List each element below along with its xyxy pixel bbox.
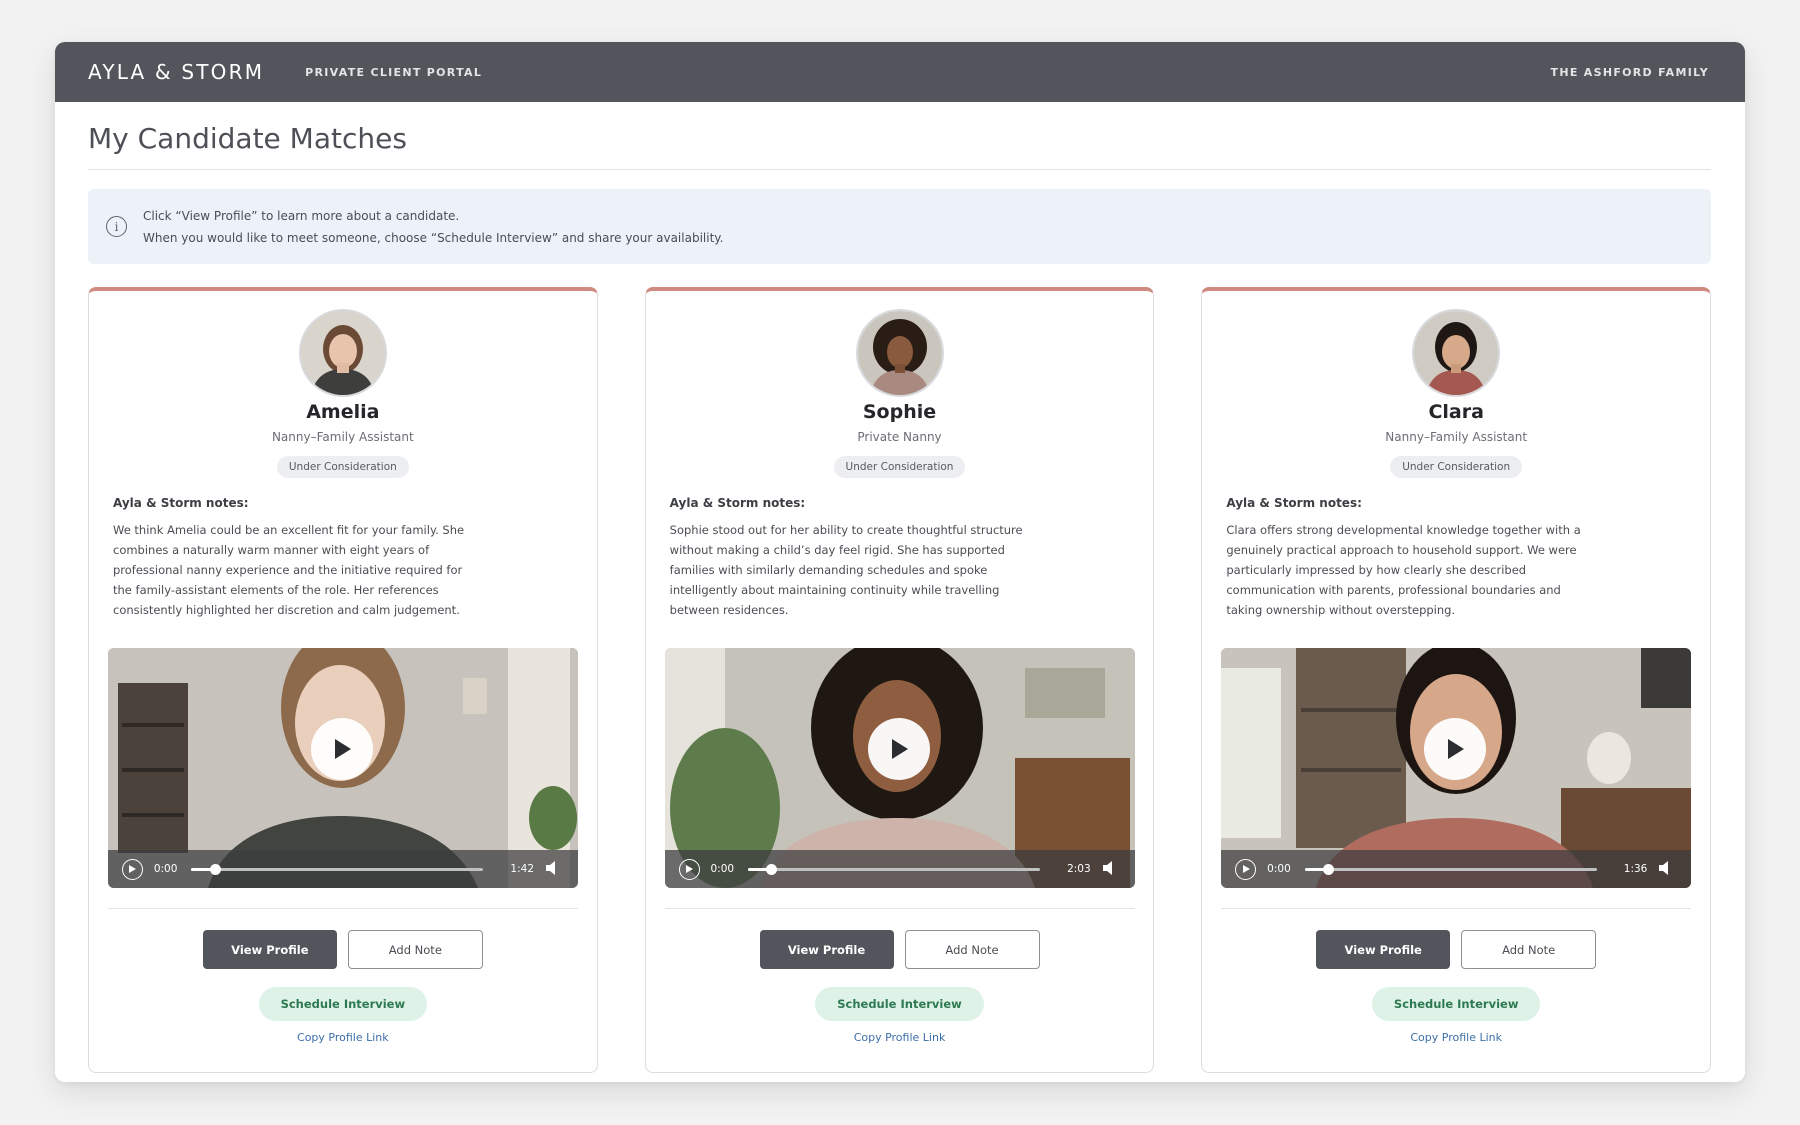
add-note-button[interactable]: Add Note xyxy=(904,930,1040,969)
copy-profile-link[interactable]: Copy Profile Link xyxy=(854,1031,946,1044)
duration: 1:36 xyxy=(1623,863,1648,875)
avatar xyxy=(1412,309,1501,397)
duration: 2:03 xyxy=(1067,863,1091,875)
play-icon xyxy=(1448,739,1465,759)
notes-title: Ayla & Storm notes: xyxy=(1226,496,1362,510)
video-controls: 0:00 2:03 xyxy=(664,850,1135,888)
copy-profile-link[interactable]: Copy Profile Link xyxy=(1410,1031,1502,1044)
add-note-button[interactable]: Add Note xyxy=(347,930,483,969)
schedule-interview-button[interactable]: Schedule Interview xyxy=(815,987,984,1021)
divider xyxy=(1221,908,1692,909)
divider xyxy=(664,908,1135,909)
play-icon xyxy=(891,739,908,759)
info-banner: i Click “View Profile” to learn more abo… xyxy=(88,189,1711,264)
page-title: My Candidate Matches xyxy=(88,102,1711,170)
view-profile-button[interactable]: View Profile xyxy=(759,930,894,969)
current-time: 0:00 xyxy=(1267,863,1291,875)
info-line-2: When you would like to meet someone, cho… xyxy=(143,230,724,245)
action-row: View Profile Add Note xyxy=(759,930,1040,969)
notes-title: Ayla & Storm notes: xyxy=(113,496,249,510)
action-row: View Profile Add Note xyxy=(202,930,483,969)
speaker-icon xyxy=(1659,860,1669,875)
notes-body: We think Amelia could be an excellent fi… xyxy=(113,523,465,617)
view-profile-button[interactable]: View Profile xyxy=(1316,930,1451,969)
volume-button[interactable] xyxy=(1101,860,1117,879)
play-pause-button[interactable] xyxy=(1235,858,1257,880)
speaker-icon xyxy=(546,860,556,875)
play-overlay-button[interactable] xyxy=(310,718,373,780)
candidate-role: Nanny–Family Assistant xyxy=(1385,430,1528,444)
video-player[interactable]: 0:00 2:03 xyxy=(664,648,1135,888)
seek-bar-handle[interactable] xyxy=(1323,863,1335,875)
play-icon xyxy=(129,865,137,873)
seek-bar-handle[interactable] xyxy=(766,863,778,875)
video-controls: 0:00 1:42 xyxy=(107,850,578,888)
brand-logo[interactable]: AYLA & STORM xyxy=(88,60,264,84)
notes-section: Ayla & Storm notes: Clara offers strong … xyxy=(1202,496,1710,640)
portal-window: AYLA & STORM PRIVATE CLIENT PORTAL THE A… xyxy=(55,42,1745,1082)
status-badge: Under Consideration xyxy=(276,456,409,478)
play-pause-button[interactable] xyxy=(678,858,700,880)
info-text: Click “View Profile” to learn more about… xyxy=(143,205,723,249)
notes-section: Ayla & Storm notes: Sophie stood out for… xyxy=(646,496,1154,640)
seek-bar[interactable] xyxy=(1304,863,1597,875)
play-overlay-button[interactable] xyxy=(1424,718,1487,780)
main-content: My Candidate Matches i Click “View Profi… xyxy=(55,102,1745,1073)
notes-body: Sophie stood out for her ability to crea… xyxy=(669,523,1023,617)
candidate-card-sophie: Sophie Private Nanny Under Consideration… xyxy=(644,287,1155,1073)
current-time: 0:00 xyxy=(153,863,178,875)
play-overlay-button[interactable] xyxy=(867,718,930,780)
candidate-name: Clara xyxy=(1428,401,1484,423)
info-icon: i xyxy=(106,216,127,237)
notes-body: Clara offers strong developmental knowle… xyxy=(1226,523,1581,617)
candidate-cards: Amelia Nanny–Family Assistant Under Cons… xyxy=(88,287,1712,1073)
action-row: View Profile Add Note xyxy=(1316,930,1597,969)
candidate-role: Private Nanny xyxy=(857,430,942,444)
schedule-interview-button[interactable]: Schedule Interview xyxy=(258,987,428,1021)
seek-bar[interactable] xyxy=(748,863,1041,875)
family-name: THE ASHFORD FAMILY xyxy=(1550,65,1709,79)
avatar xyxy=(298,309,387,397)
seek-bar[interactable] xyxy=(191,863,484,875)
video-player[interactable]: 0:00 1:36 xyxy=(1221,648,1692,888)
play-icon xyxy=(334,739,351,759)
current-time: 0:00 xyxy=(710,863,735,875)
seek-bar-handle[interactable] xyxy=(209,863,221,875)
schedule-interview-button[interactable]: Schedule Interview xyxy=(1371,987,1541,1021)
play-icon xyxy=(1242,865,1250,873)
candidate-card-amelia: Amelia Nanny–Family Assistant Under Cons… xyxy=(88,287,598,1073)
play-pause-button[interactable] xyxy=(121,858,143,880)
video-controls: 0:00 1:36 xyxy=(1221,850,1692,888)
portal-label: PRIVATE CLIENT PORTAL xyxy=(305,65,483,79)
play-icon xyxy=(686,865,693,873)
candidate-name: Sophie xyxy=(862,401,937,423)
avatar xyxy=(855,309,944,397)
candidate-role: Nanny–Family Assistant xyxy=(271,430,414,444)
copy-profile-link[interactable]: Copy Profile Link xyxy=(297,1031,389,1044)
top-bar: AYLA & STORM PRIVATE CLIENT PORTAL THE A… xyxy=(55,42,1745,102)
duration: 1:42 xyxy=(510,863,535,875)
speaker-icon xyxy=(1102,860,1112,875)
status-badge: Under Consideration xyxy=(1390,456,1523,478)
candidate-name: Amelia xyxy=(306,401,380,423)
volume-button[interactable] xyxy=(1657,860,1673,879)
candidate-card-clara: Clara Nanny–Family Assistant Under Consi… xyxy=(1201,287,1712,1073)
add-note-button[interactable]: Add Note xyxy=(1461,930,1597,969)
view-profile-button[interactable]: View Profile xyxy=(202,930,337,969)
divider xyxy=(107,908,578,909)
volume-button[interactable] xyxy=(544,860,560,879)
video-player[interactable]: 0:00 1:42 xyxy=(107,648,578,888)
notes-title: Ayla & Storm notes: xyxy=(669,496,806,510)
status-badge: Under Consideration xyxy=(833,456,966,478)
info-line-1: Click “View Profile” to learn more about… xyxy=(143,208,460,223)
notes-section: Ayla & Storm notes: We think Amelia coul… xyxy=(89,496,597,640)
